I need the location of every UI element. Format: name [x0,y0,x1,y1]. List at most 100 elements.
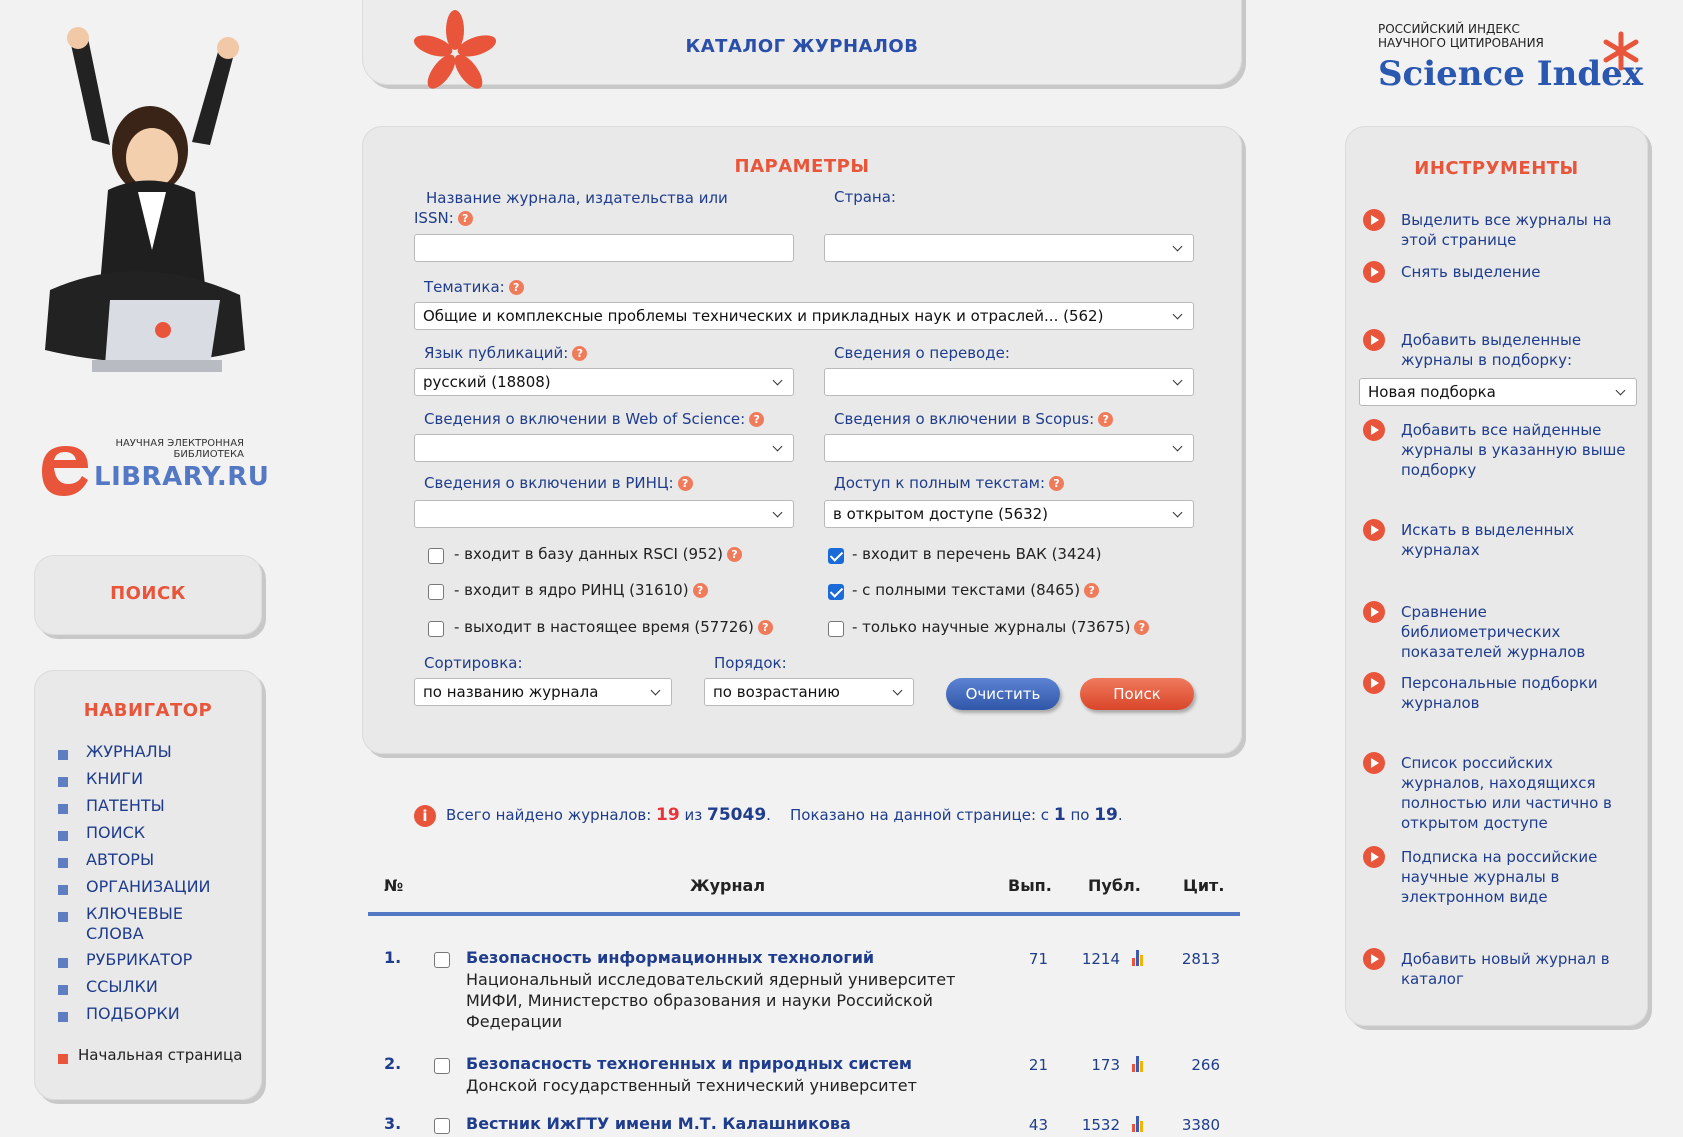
tool-line: журналов, находящихся [1401,774,1596,792]
tool-line: библиометрических [1401,623,1561,641]
help-icon[interactable]: ? [726,547,742,562]
fulltext-label: - с полными текстами (8465)? [852,581,1100,599]
params-panel: ПАРАМЕТРЫ Название журнала, издательства… [362,126,1242,754]
current-checkbox[interactable] [428,621,444,637]
sort-select[interactable]: по названию журнала [414,678,672,706]
catalog-header: КАТАЛОГ ЖУРНАЛОВ [362,0,1242,89]
help-icon[interactable]: ? [1134,620,1150,635]
journal-name-label: Название журнала, издательства или ISSN:… [414,188,728,228]
table-row: 2. Безопасность техногенных и природных … [368,1054,1240,1104]
open-access-list-link[interactable]: Список российских журналов, находящихся по… [1401,753,1612,833]
help-icon[interactable]: ? [1049,476,1065,491]
search-selected-link[interactable]: Искать в выделенных журналах [1401,520,1574,560]
row-checkbox[interactable] [434,1058,450,1074]
fulltext-label-text: - с полными текстами (8465) [852,581,1081,599]
deselect-link[interactable]: Снять выделение [1401,262,1541,282]
nav-patents[interactable]: ПАТЕНТЫ [86,796,165,815]
select-all-link[interactable]: Выделить все журналы на этой странице [1401,210,1612,250]
found-total: 75049 [707,805,767,825]
help-icon[interactable]: ? [1084,583,1100,598]
core-checkbox[interactable] [428,584,444,600]
core-label-text: - входит в ядро РИНЦ (31610) [454,581,689,599]
tool-line: электронном виде [1401,888,1548,906]
current-label: - выходит в настоящее время (57726)? [454,618,773,636]
science-index-logo[interactable]: РОССИЙСКИЙ ИНДЕКС НАУЧНОГО ЦИТИРОВАНИЯ S… [1378,22,1658,102]
help-icon[interactable]: ? [572,346,588,361]
nav-search[interactable]: ПОИСК [86,823,145,842]
search-panel[interactable]: ПОИСК [34,555,262,635]
personal-collections-link[interactable]: Персональные подборки журналов [1401,673,1598,713]
language-select[interactable]: русский (18808) [414,368,794,396]
nav-organizations[interactable]: ОРГАНИЗАЦИИ [86,877,211,896]
table-row: 1. Безопасность информационных технологи… [368,948,1240,1048]
tool-line: журналов [1401,694,1480,712]
subscription-link[interactable]: Подписка на российские научные журналы в э… [1401,847,1597,907]
clear-button[interactable]: Очистить [946,678,1060,710]
collection-select[interactable]: Новая подборка [1359,378,1637,406]
add-selected-link[interactable]: Добавить выделенные журналы в подборку: [1401,330,1581,370]
sort-label: Сортировка: [424,654,523,672]
nav-keywords[interactable]: КЛЮЧЕВЫЕ СЛОВА [86,904,183,944]
help-icon[interactable]: ? [457,211,473,226]
country-select[interactable] [824,234,1194,262]
elibrary-logo[interactable]: НАУЧНАЯ ЭЛЕКТРОННАЯ БИБЛИОТЕКА LIBRARY.R… [36,438,269,500]
access-select[interactable]: в открытом доступе (5632) [824,500,1194,528]
journal-publisher: Национальный исследовательский ядерный у… [466,969,955,1032]
search-link[interactable]: ПОИСК [34,583,262,604]
journal-link[interactable]: Безопасность техногенных и природных сис… [466,1054,912,1073]
journal-link[interactable]: Вестник ИжГТУ имени М.Т. Калашникова [466,1114,851,1133]
help-icon[interactable]: ? [677,476,693,491]
journal-link[interactable]: Безопасность информационных технологий [466,948,874,967]
bullet-icon [58,1012,68,1022]
table-row: 3. Вестник ИжГТУ имени М.Т. Калашникова … [368,1114,1240,1137]
issues-value: 21 [1028,1056,1048,1074]
compare-link[interactable]: Сравнение библиометрических показателей жу… [1401,602,1585,662]
home-link[interactable]: Начальная страница [78,1046,242,1064]
help-icon[interactable]: ? [1098,412,1114,427]
nav-journals[interactable]: ЖУРНАЛЫ [86,742,172,761]
page-title: КАТАЛОГ ЖУРНАЛОВ [685,36,919,57]
elibrary-tagline-2: БИБЛИОТЕКА [173,449,244,460]
help-icon[interactable]: ? [692,583,708,598]
scientific-checkbox[interactable] [828,621,844,637]
add-journal-link[interactable]: Добавить новый журнал в каталог [1401,949,1610,989]
topic-label: Тематика:? [424,278,524,296]
stats-chart-icon[interactable] [1132,1056,1146,1072]
scopus-select[interactable] [824,434,1194,462]
row-checkbox[interactable] [434,1118,450,1134]
rsci-checkbox[interactable] [428,548,444,564]
help-icon[interactable]: ? [757,620,773,635]
arrow-icon [1363,948,1385,970]
nav-keywords-line2: СЛОВА [86,924,144,943]
search-button[interactable]: Поиск [1080,678,1194,710]
topic-select[interactable]: Общие и комплексные проблемы технических… [414,302,1194,330]
scopus-label-text: Сведения о включении в Scopus: [834,410,1095,428]
order-select[interactable]: по возрастанию [704,678,914,706]
add-all-link[interactable]: Добавить все найденные журналы в указанну… [1401,420,1626,480]
tool-line: журналы в подборку: [1401,351,1573,369]
nav-collections[interactable]: ПОДБОРКИ [86,1004,180,1023]
rsci-label: - входит в базу данных RSCI (952)? [454,545,742,563]
bullet-icon [58,804,68,814]
help-icon[interactable]: ? [508,280,524,295]
journal-publisher: Донской государственный технический унив… [466,1076,917,1095]
nav-books[interactable]: КНИГИ [86,769,143,788]
help-icon[interactable]: ? [749,412,765,427]
nav-references[interactable]: ССЫЛКИ [86,977,158,996]
stats-chart-icon[interactable] [1132,950,1146,966]
stats-chart-icon[interactable] [1132,1116,1146,1132]
cites-value: 3380 [1181,1116,1220,1134]
wos-select[interactable] [414,434,794,462]
vak-checkbox[interactable] [828,548,844,564]
nav-authors[interactable]: АВТОРЫ [86,850,154,869]
row-checkbox[interactable] [434,952,450,968]
brand-line-1: РОССИЙСКИЙ ИНДЕКС [1378,22,1520,36]
nav-rubricator[interactable]: РУБРИКАТОР [86,950,192,969]
tool-line: научные журналы в [1401,868,1560,886]
translation-select[interactable] [824,368,1194,396]
fulltext-checkbox[interactable] [828,584,844,600]
rinc-select[interactable] [414,500,794,528]
journal-name-input[interactable] [414,234,794,262]
core-label: - входит в ядро РИНЦ (31610)? [454,581,708,599]
bullet-icon [58,985,68,995]
